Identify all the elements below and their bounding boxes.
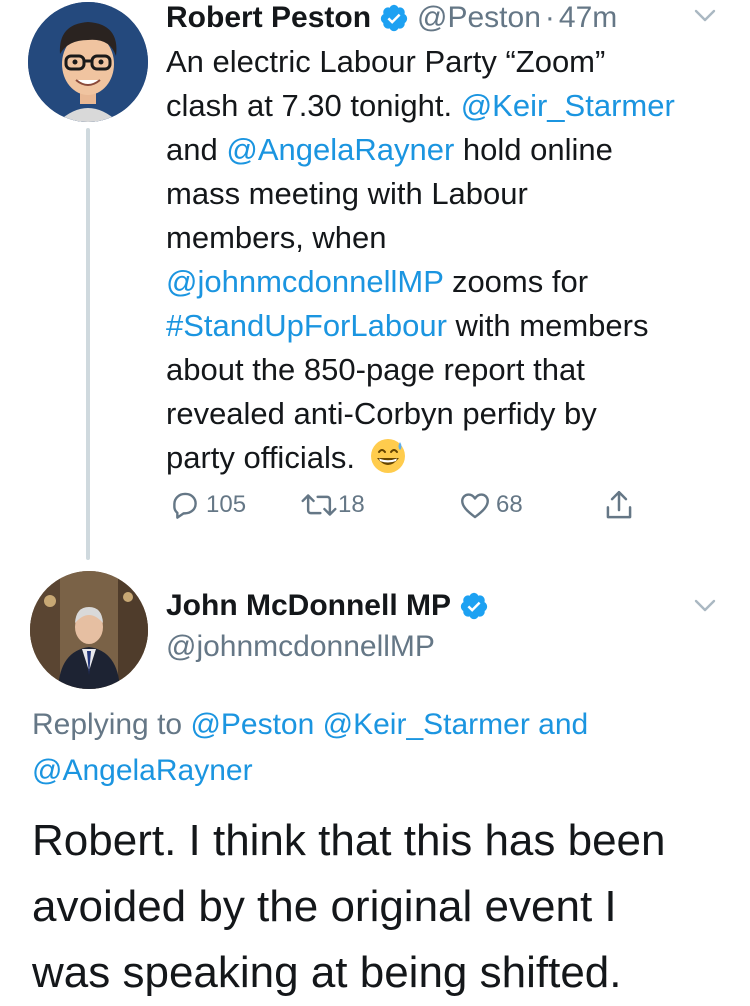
replying-line-1: Replying to @Peston @Keir_Starmer and — [32, 702, 732, 748]
tweet1-text-line: party officials. — [166, 436, 736, 480]
tweet1-separator: · — [544, 1, 555, 34]
retweet-icon — [301, 494, 337, 516]
tweet1-text: An electric Labour Party “Zoom” clash at … — [166, 40, 736, 480]
tweet2-handle[interactable]: @johnmcdonnellMP — [166, 630, 435, 664]
tweet2-text: Robert. I think that this has been avoide… — [32, 808, 742, 1006]
peston-avatar[interactable] — [28, 2, 148, 122]
tweet1-text-line: about the 850-page report that — [166, 348, 736, 392]
reply-icon — [173, 492, 197, 519]
tweet2-text-line: avoided by the original event I — [32, 882, 617, 931]
tweet1-text-line: revealed anti-Corbyn perfidy by — [166, 392, 736, 436]
tweet1-timestamp[interactable]: 47m — [559, 1, 617, 35]
replying-to: Replying to @Peston @Keir_Starmer and @A… — [32, 702, 732, 794]
tweet1-text-line: and @AngelaRayner hold online — [166, 128, 736, 172]
text-segment: zooms for — [443, 264, 589, 299]
mention-link[interactable]: @AngelaRayner — [226, 132, 454, 167]
chevron-down-icon[interactable] — [690, 4, 720, 28]
tweet2-text-line: was speaking at being shifted. — [32, 948, 622, 997]
retweet-button[interactable]: 18 — [300, 488, 365, 522]
tweet1-text-line: members, when — [166, 216, 736, 260]
hashtag-link[interactable]: #StandUpForLabour — [166, 308, 447, 343]
replying-mention-link[interactable]: @Keir_Starmer — [323, 708, 530, 741]
tweet1-text-line: mass meeting with Labour — [166, 172, 736, 216]
text-segment: revealed anti-Corbyn perfidy by — [166, 396, 597, 431]
thread-connector-line — [86, 128, 90, 560]
mention-link[interactable]: @Keir_Starmer — [461, 88, 675, 123]
text-segment: clash at 7.30 tonight. — [166, 88, 461, 123]
verified-badge-icon — [380, 4, 408, 32]
tweet1-actions: 105 18 68 — [166, 488, 646, 528]
cartoon-avatar-icon — [28, 2, 148, 122]
heart-icon — [461, 493, 489, 519]
text-segment: hold online — [454, 132, 613, 167]
tweet2-display-name[interactable]: John McDonnell MP — [166, 589, 451, 623]
replying-mention-angelarayner[interactable]: @AngelaRayner — [32, 748, 732, 794]
text-segment: party officials. — [166, 440, 364, 475]
tweet1-header: Robert Peston @Peston · 47m — [166, 0, 617, 36]
text-segment: and — [166, 132, 227, 167]
tweet1-display-name[interactable]: Robert Peston — [166, 1, 371, 35]
tweet1-text-line: #StandUpForLabour with members — [166, 304, 736, 348]
grinning-sweat-emoji-icon — [370, 439, 405, 473]
tweet1-text-line: @johnmcdonnellMP zooms for — [166, 260, 736, 304]
share-button[interactable] — [602, 488, 636, 524]
replying-mention-link[interactable]: and — [538, 708, 588, 741]
tweet2-header: John McDonnell MP — [166, 586, 489, 626]
mcdonnell-avatar[interactable] — [30, 571, 148, 689]
mention-link[interactable]: @johnmcdonnellMP — [166, 264, 443, 299]
replying-mention-link[interactable]: @Peston — [190, 708, 314, 741]
photo-avatar-icon — [30, 571, 148, 689]
verified-badge-icon — [460, 592, 488, 620]
like-count: 68 — [496, 491, 523, 518]
chevron-down-icon[interactable] — [690, 594, 720, 618]
like-button[interactable]: 68 — [458, 488, 523, 522]
text-segment: with members — [446, 308, 649, 343]
replying-prefix: Replying to — [32, 708, 191, 741]
reply-count: 105 — [206, 491, 247, 518]
tweet2-text-line: Robert. I think that this has been — [32, 816, 666, 865]
text-segment: mass meeting with Labour — [166, 176, 528, 211]
tweet1-text-line: clash at 7.30 tonight. @Keir_Starmer — [166, 84, 736, 128]
text-segment — [530, 708, 538, 741]
reply-button[interactable]: 105 — [168, 488, 246, 522]
text-segment: An electric Labour Party “Zoom” — [166, 44, 606, 79]
share-icon — [606, 490, 632, 519]
tweet1-text-line: An electric Labour Party “Zoom” — [166, 40, 736, 84]
retweet-count: 18 — [338, 491, 365, 518]
text-segment: members, when — [166, 220, 387, 255]
tweet1-handle[interactable]: @Peston — [417, 1, 541, 35]
text-segment: about the 850-page report that — [166, 352, 585, 387]
text-segment — [314, 708, 322, 741]
